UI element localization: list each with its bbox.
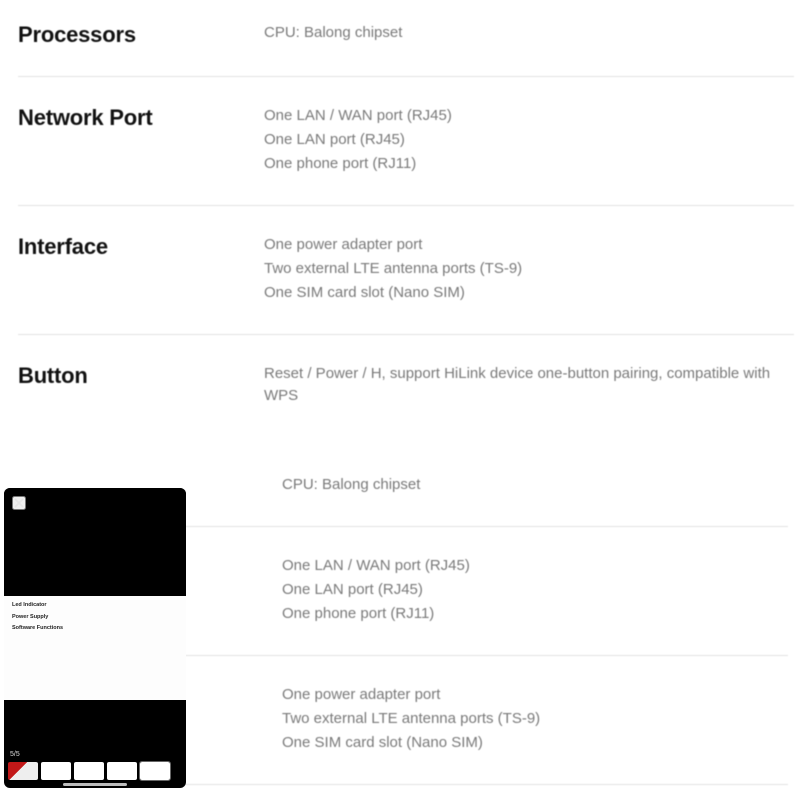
close-button[interactable] (12, 496, 26, 510)
gallery-main-image[interactable] (4, 488, 186, 596)
spec-value: CPU: Balong chipset (282, 474, 788, 498)
gallery-lower-image[interactable] (4, 700, 186, 762)
spec-label: Button (18, 363, 264, 409)
gallery-thumb-4[interactable] (107, 762, 137, 780)
spec-value: One power adapter port Two external LTE … (282, 684, 788, 756)
spec-row-network-port: Network Port One LAN / WAN port (RJ45) O… (18, 77, 794, 206)
gallery-thumb-5[interactable] (140, 762, 170, 780)
spec-value: One power adapter port Two external LTE … (264, 234, 794, 306)
spec-value: Reset / Power / H, support HiLink device… (264, 363, 794, 409)
spec-label: Network Port (18, 105, 264, 177)
gallery-counter: 5/5 (10, 751, 20, 758)
spec-row-button: Button Reset / Power / H, support HiLink… (18, 335, 794, 437)
home-indicator (63, 783, 127, 786)
spec-row-interface: Interface One power adapter port Two ext… (18, 206, 794, 335)
spec-value: One LAN / WAN port (RJ45) One LAN port (… (264, 105, 794, 177)
spec-value: One LAN / WAN port (RJ45) One LAN port (… (282, 555, 788, 627)
spec-label: Interface (18, 234, 264, 306)
spec-value: CPU: Balong chipset (264, 22, 794, 48)
image-gallery-overlay: Led Indicator Power Supply Software Func… (4, 488, 186, 788)
gallery-thumbnails (8, 762, 182, 780)
close-icon (14, 496, 24, 511)
gallery-thumb-2[interactable] (41, 762, 71, 780)
spec-label: Processors (18, 22, 264, 48)
gallery-thumb-3[interactable] (74, 762, 104, 780)
spec-row-processors: Processors CPU: Balong chipset (18, 18, 794, 77)
gallery-thumb-1[interactable] (8, 762, 38, 780)
